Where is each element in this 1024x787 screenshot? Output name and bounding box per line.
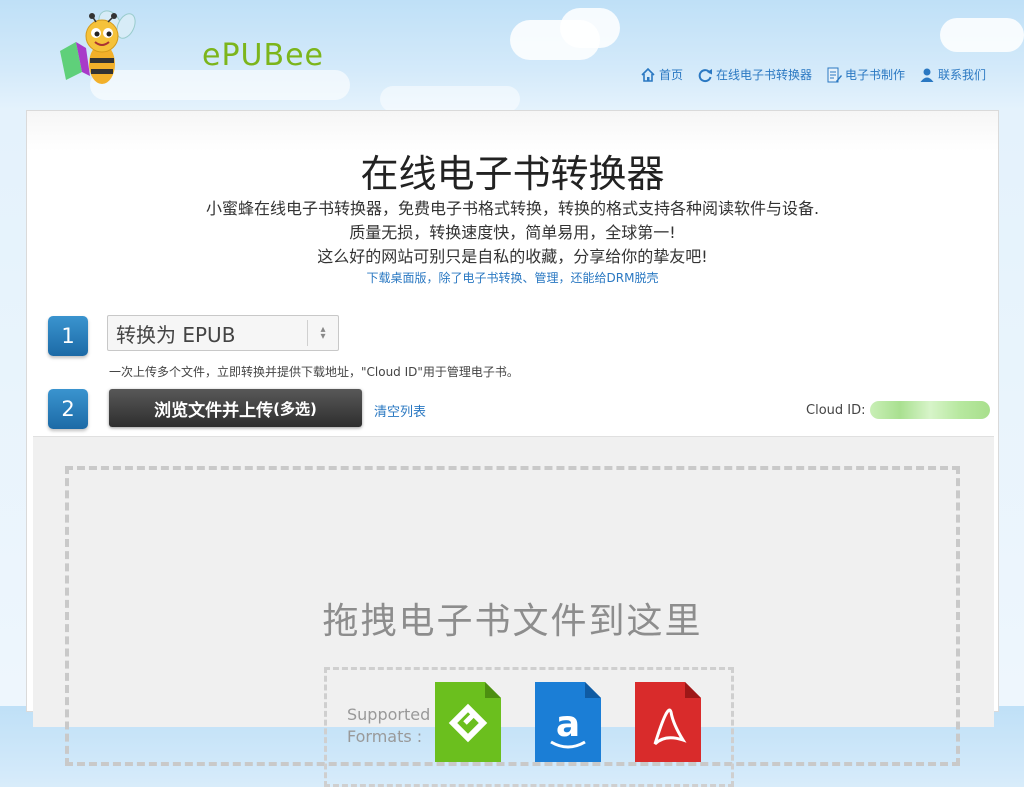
- background-cloud: [940, 18, 1024, 52]
- browse-upload-suffix: (多选): [273, 399, 317, 418]
- select-arrows-icon: ▴ ▾: [307, 320, 338, 346]
- logo[interactable]: ePUBee: [58, 6, 323, 96]
- epub-icon: [435, 682, 501, 762]
- nav-converter-label: 在线电子书转换器: [715, 68, 812, 82]
- supported-formats-label: Supported Formats :: [347, 704, 430, 748]
- svg-text:a: a: [556, 704, 580, 745]
- refresh-icon: [698, 68, 712, 82]
- nav-converter[interactable]: 在线电子书转换器: [697, 66, 812, 83]
- background-cloud: [380, 86, 520, 112]
- step-2-badge: 2: [48, 389, 88, 429]
- page-description: 小蜜蜂在线电子书转换器，免费电子书格式转换，转换的格式支持各种阅读软件与设备. …: [27, 197, 998, 269]
- description-line-1: 小蜜蜂在线电子书转换器，免费电子书格式转换，转换的格式支持各种阅读软件与设备.: [205, 199, 820, 218]
- clear-list-link[interactable]: 清空列表: [374, 401, 426, 420]
- description-line-3: 这么好的网站可别只是自私的收藏，分享给你的挚友吧!: [317, 247, 708, 266]
- supported-formats: Supported Formats : a: [324, 667, 734, 787]
- main-panel: 在线电子书转换器 小蜜蜂在线电子书转换器，免费电子书格式转换，转换的格式支持各种…: [26, 110, 999, 787]
- description-line-2: 质量无损，转换速度快，简单易用，全球第一!: [349, 223, 676, 242]
- page-title: 在线电子书转换器: [360, 152, 665, 196]
- pdf-icon: [635, 682, 701, 762]
- document-edit-icon: [827, 67, 842, 82]
- supported-label-line-2: Formats :: [347, 727, 423, 746]
- home-icon: [641, 67, 655, 82]
- output-format-select[interactable]: 转换为 EPUB ▴ ▾: [107, 315, 339, 351]
- background-cloud: [560, 8, 620, 48]
- nav-ebook-maker[interactable]: 电子书制作: [826, 66, 905, 83]
- step-1-badge: 1: [48, 316, 88, 356]
- output-format-value: 转换为 EPUB: [116, 322, 236, 347]
- nav-contact[interactable]: 联系我们: [919, 66, 986, 83]
- drop-zone-text: 拖拽电子书文件到这里: [322, 601, 703, 642]
- cloud-id-value-redacted: [869, 401, 990, 419]
- drop-zone[interactable]: 拖拽电子书文件到这里 Supported Formats : a: [33, 436, 994, 787]
- upload-hint: 一次上传多个文件，立即转换并提供下载地址，"Cloud ID"用于管理电子书。: [109, 365, 519, 379]
- supported-label-line-1: Supported: [347, 705, 431, 724]
- cloud-id-label: Cloud ID:: [806, 402, 866, 418]
- user-icon: [920, 68, 934, 82]
- amazon-kindle-icon: a: [535, 682, 601, 762]
- nav-home-label: 首页: [658, 68, 683, 82]
- drop-zone-border: 拖拽电子书文件到这里 Supported Formats : a: [65, 466, 960, 787]
- download-desktop-link[interactable]: 下载桌面版，除了电子书转换、管理，还能给DRM脱壳: [27, 269, 998, 286]
- bee-mascot-icon: [60, 10, 136, 84]
- browse-upload-label: 浏览文件并上传: [154, 400, 274, 421]
- top-navigation: 首页 在线电子书转换器 电子书制作 联系我们: [640, 66, 986, 83]
- nav-contact-label: 联系我们: [937, 68, 986, 82]
- brand-name: ePUBee: [202, 38, 325, 73]
- browse-upload-button[interactable]: 浏览文件并上传 (多选): [109, 389, 362, 427]
- nav-ebook-maker-label: 电子书制作: [844, 68, 905, 82]
- nav-home[interactable]: 首页: [640, 66, 683, 83]
- cloud-id: Cloud ID:: [806, 401, 990, 419]
